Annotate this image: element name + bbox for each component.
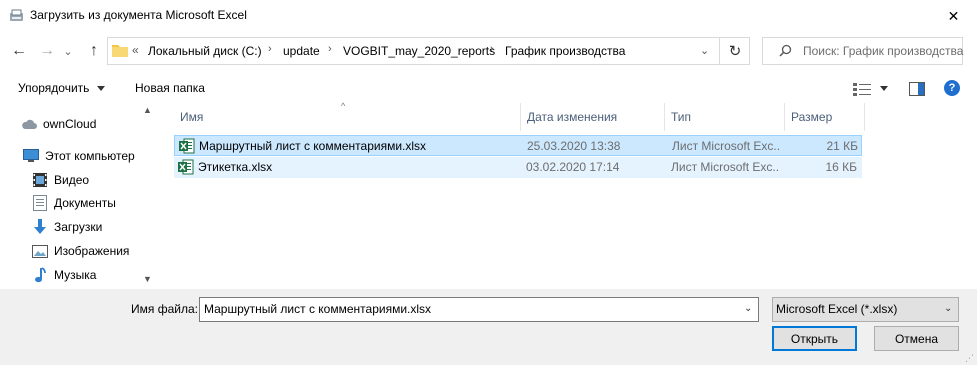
file-type: Лист Microsoft Exc... bbox=[672, 139, 780, 153]
search-icon bbox=[779, 44, 792, 60]
column-header-date[interactable]: Дата изменения bbox=[521, 103, 665, 131]
breadcrumb-update[interactable]: update bbox=[283, 44, 320, 58]
sidebar-item-label: Этот компьютер bbox=[45, 149, 135, 163]
back-button[interactable]: ← bbox=[8, 40, 30, 62]
up-button[interactable]: ↑ bbox=[83, 40, 105, 62]
sidebar-item-label: Документы bbox=[54, 196, 116, 210]
forward-button[interactable]: → bbox=[36, 40, 58, 62]
back-arrow-icon: ← bbox=[11, 42, 27, 59]
file-type: Лист Microsoft Exc... bbox=[671, 160, 779, 174]
column-header-type[interactable]: Тип bbox=[665, 103, 785, 131]
close-icon: ✕ bbox=[947, 7, 960, 24]
recent-locations-button[interactable]: ⌄ bbox=[61, 40, 75, 62]
up-arrow-icon: ↑ bbox=[90, 42, 98, 59]
scroll-down-icon[interactable]: ▼ bbox=[143, 274, 152, 284]
file-size: 16 КБ bbox=[825, 160, 857, 174]
column-header-size[interactable]: Размер bbox=[785, 103, 865, 131]
view-options-icon[interactable] bbox=[853, 82, 871, 99]
filename-value: Маршрутный лист с комментариями.xlsx bbox=[204, 302, 432, 316]
computer-icon bbox=[23, 148, 39, 164]
caret-down-icon bbox=[97, 86, 105, 91]
sidebar-item-label: Изображения bbox=[54, 244, 130, 258]
chevron-down-icon: ⌄ bbox=[63, 45, 73, 58]
cancel-button[interactable]: Отмена bbox=[874, 326, 959, 351]
app-icon bbox=[9, 9, 25, 23]
resize-grip-icon[interactable]: ⋰ bbox=[965, 353, 974, 364]
scroll-up-icon[interactable]: ▲ bbox=[143, 105, 152, 115]
sidebar-item-label: Видео bbox=[54, 173, 90, 187]
open-button[interactable]: Открыть bbox=[772, 326, 857, 351]
close-button[interactable]: ✕ bbox=[930, 0, 977, 32]
video-icon bbox=[32, 172, 48, 188]
file-name: Этикетка.xlsx bbox=[198, 160, 273, 174]
file-name: Маршрутный лист с комментариями.xlsx bbox=[199, 139, 427, 153]
breadcrumb-current[interactable]: График производства bbox=[505, 44, 625, 58]
downloads-icon bbox=[32, 219, 48, 235]
breadcrumb-separator[interactable]: › bbox=[328, 43, 332, 55]
filename-label: Имя файла: bbox=[131, 302, 198, 316]
refresh-button[interactable]: ↻ bbox=[719, 37, 750, 65]
chevron-down-icon[interactable]: ⌄ bbox=[744, 303, 752, 314]
breadcrumb-separator[interactable]: › bbox=[268, 43, 272, 55]
documents-icon bbox=[32, 195, 48, 211]
sidebar-item-label: Музыка bbox=[54, 268, 97, 282]
sidebar-scrollbar[interactable] bbox=[141, 103, 155, 289]
new-folder-button[interactable]: Новая папка bbox=[135, 81, 205, 95]
file-row[interactable]: Маршрутный лист с комментариями.xlsx 25.… bbox=[174, 135, 862, 156]
window-title: Загрузить из документа Microsoft Excel bbox=[30, 8, 247, 22]
preview-pane-icon[interactable] bbox=[909, 82, 925, 99]
cloud-icon bbox=[21, 116, 37, 132]
refresh-icon: ↻ bbox=[728, 43, 742, 60]
column-header-name[interactable]: Имя bbox=[174, 103, 521, 131]
file-date: 03.02.2020 17:14 bbox=[526, 160, 620, 174]
folder-icon bbox=[112, 43, 128, 57]
pictures-icon bbox=[32, 243, 48, 259]
sidebar-item-label: Загрузки bbox=[54, 220, 103, 234]
excel-file-icon bbox=[179, 138, 195, 154]
file-size: 21 КБ bbox=[826, 139, 858, 153]
breadcrumb-drive[interactable]: Локальный диск (C:) bbox=[148, 44, 262, 58]
excel-file-icon bbox=[178, 159, 194, 175]
address-dropdown-icon[interactable]: ⌄ bbox=[700, 44, 709, 57]
sidebar-item-label: ownCloud bbox=[43, 117, 97, 131]
file-row[interactable]: Этикетка.xlsx 03.02.2020 17:14 Лист Micr… bbox=[174, 157, 862, 178]
search-placeholder: Поиск: График производства bbox=[803, 44, 964, 58]
caret-down-icon[interactable] bbox=[880, 86, 888, 91]
forward-arrow-icon: → bbox=[39, 42, 55, 59]
breadcrumb-overflow[interactable]: « bbox=[132, 43, 139, 57]
chevron-down-icon[interactable]: ⌄ bbox=[944, 303, 952, 314]
music-icon bbox=[32, 267, 48, 283]
organize-button[interactable]: Упорядочить bbox=[18, 81, 89, 95]
filetype-value: Microsoft Excel (*.xlsx) bbox=[776, 302, 898, 316]
help-icon[interactable]: ? bbox=[944, 80, 960, 96]
file-date: 25.03.2020 13:38 bbox=[527, 139, 621, 153]
breadcrumb-reports[interactable]: VOGBIT_may_2020_reports bbox=[343, 44, 495, 58]
breadcrumb-separator[interactable]: › bbox=[490, 43, 494, 55]
